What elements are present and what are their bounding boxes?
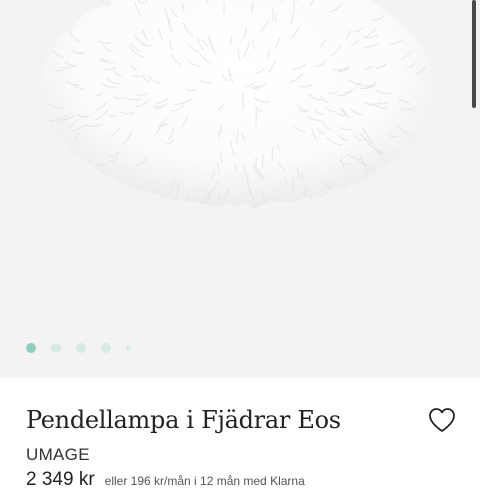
price-row: 2 349 kr eller 196 kr/mån i 12 mån med K… bbox=[26, 469, 305, 490]
product-info: Pendellampa i Fjädrar Eos UMAGE 2 349 kr… bbox=[0, 378, 480, 490]
product-brand[interactable]: UMAGE bbox=[26, 445, 90, 465]
feather-pendant-lamp-image bbox=[42, 0, 434, 206]
product-image-gallery[interactable] bbox=[0, 0, 480, 378]
image-dot-2[interactable] bbox=[51, 343, 61, 353]
product-title: Pendellampa i Fjädrar Eos bbox=[26, 406, 341, 434]
image-dot-1[interactable] bbox=[26, 343, 36, 353]
klarna-installment-text: eller 196 kr/mån i 12 mån med Klarna bbox=[104, 474, 305, 488]
page-scrollbar[interactable] bbox=[472, 0, 476, 108]
image-dot-5[interactable] bbox=[126, 345, 131, 351]
heart-outline-icon bbox=[429, 408, 455, 432]
image-pagination-dots bbox=[26, 342, 131, 354]
image-dot-3[interactable] bbox=[76, 343, 86, 353]
product-price: 2 349 kr bbox=[26, 469, 95, 490]
image-dot-4[interactable] bbox=[101, 343, 111, 353]
favorite-button[interactable] bbox=[426, 404, 458, 436]
